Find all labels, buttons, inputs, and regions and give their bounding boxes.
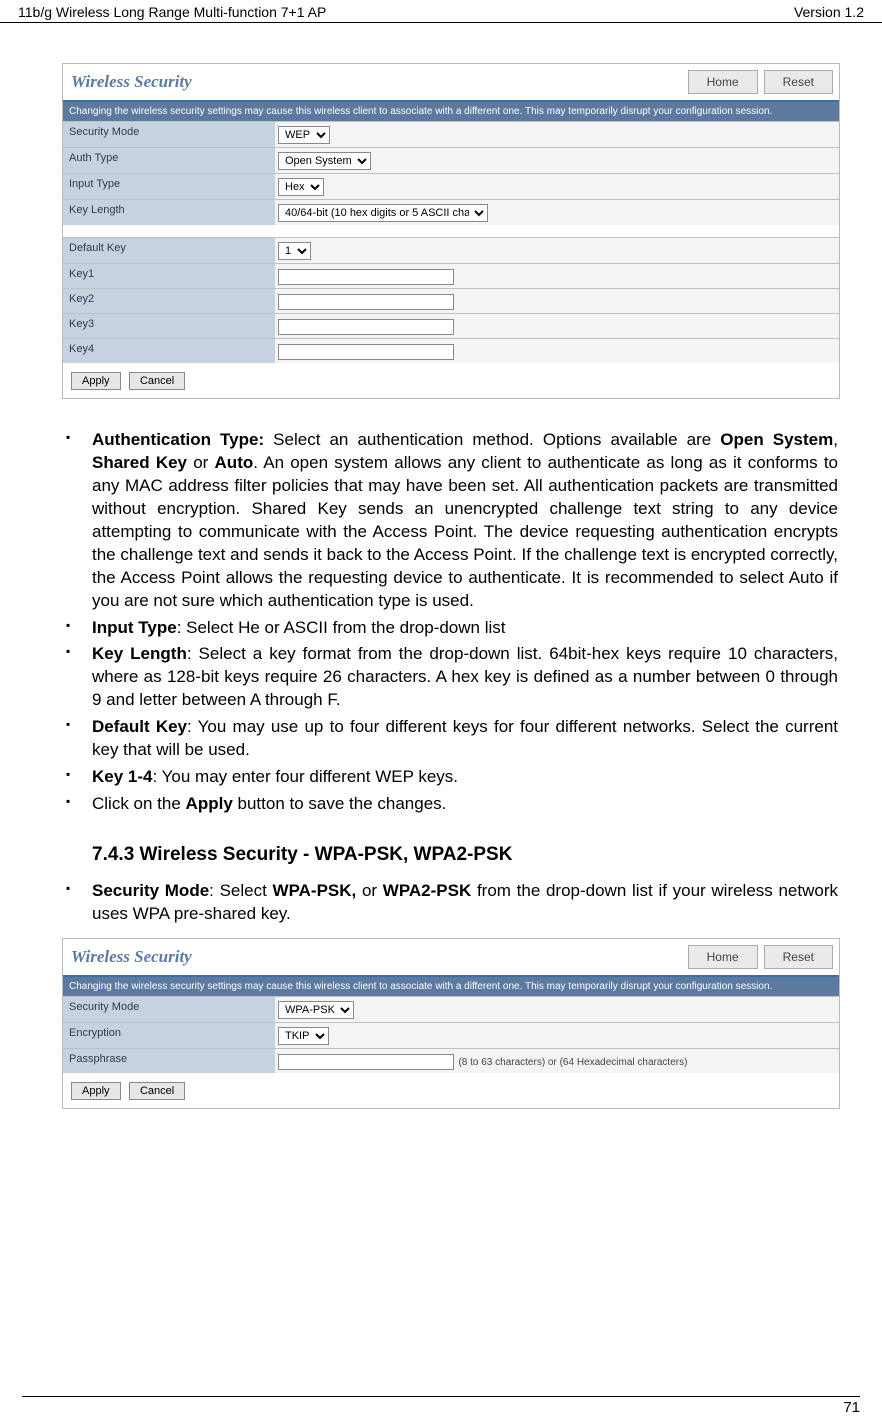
input-type-select[interactable]: Hex xyxy=(278,178,324,196)
passphrase-input[interactable] xyxy=(278,1054,454,1070)
security-mode-select[interactable]: WEP xyxy=(278,126,330,144)
bullet-auth-type: Authentication Type: Select an authentic… xyxy=(44,429,838,613)
bullet-input-type: Input Type: Select He or ASCII from the … xyxy=(44,617,838,640)
key2-label: Key2 xyxy=(63,289,275,313)
security-mode-label: Security Mode xyxy=(63,997,275,1022)
input-type-label: Input Type xyxy=(63,174,275,199)
passphrase-label: Passphrase xyxy=(63,1049,275,1073)
reset-button[interactable]: Reset xyxy=(764,945,833,969)
wireless-security-panel-wep: Wireless Security Home Reset Changing th… xyxy=(62,63,840,399)
section-heading: 7.4.3 Wireless Security - WPA-PSK, WPA2-… xyxy=(92,844,838,866)
key4-input[interactable] xyxy=(278,344,454,360)
auth-type-label: Auth Type xyxy=(63,148,275,173)
encryption-label: Encryption xyxy=(63,1023,275,1048)
key-length-select[interactable]: 40/64-bit (10 hex digits or 5 ASCII char… xyxy=(278,204,488,222)
key2-input[interactable] xyxy=(278,294,454,310)
bullet-default-key: Default Key: You may use up to four diff… xyxy=(44,716,838,762)
cancel-button[interactable]: Cancel xyxy=(129,1082,185,1100)
bullet-apply: Click on the Apply button to save the ch… xyxy=(44,793,838,816)
key1-input[interactable] xyxy=(278,269,454,285)
info-strip: Changing the wireless security settings … xyxy=(63,102,839,121)
apply-button[interactable]: Apply xyxy=(71,1082,121,1100)
key3-input[interactable] xyxy=(278,319,454,335)
key4-label: Key4 xyxy=(63,339,275,363)
default-key-label: Default Key xyxy=(63,238,275,263)
key3-label: Key3 xyxy=(63,314,275,338)
bullet-key-length: Key Length: Select a key format from the… xyxy=(44,643,838,712)
key-length-label: Key Length xyxy=(63,200,275,225)
security-mode-select[interactable]: WPA-PSK xyxy=(278,1001,354,1019)
page-header: 11b/g Wireless Long Range Multi-function… xyxy=(0,0,882,23)
bullet-key-1-4: Key 1-4: You may enter four different WE… xyxy=(44,766,838,789)
panel-title: Wireless Security xyxy=(71,947,682,967)
apply-button[interactable]: Apply xyxy=(71,372,121,390)
reset-button[interactable]: Reset xyxy=(764,70,833,94)
cancel-button[interactable]: Cancel xyxy=(129,372,185,390)
encryption-select[interactable]: TKIP xyxy=(278,1027,329,1045)
passphrase-note: (8 to 63 characters) or (64 Hexadecimal … xyxy=(458,1057,687,1068)
header-right: Version 1.2 xyxy=(794,4,864,20)
info-strip: Changing the wireless security settings … xyxy=(63,977,839,996)
wireless-security-panel-wpa: Wireless Security Home Reset Changing th… xyxy=(62,938,840,1109)
key1-label: Key1 xyxy=(63,264,275,288)
home-button[interactable]: Home xyxy=(688,945,758,969)
default-key-select[interactable]: 1 xyxy=(278,242,311,260)
header-left: 11b/g Wireless Long Range Multi-function… xyxy=(18,4,326,20)
security-mode-label: Security Mode xyxy=(63,122,275,147)
home-button[interactable]: Home xyxy=(688,70,758,94)
panel-title: Wireless Security xyxy=(71,72,682,92)
auth-type-select[interactable]: Open System xyxy=(278,152,371,170)
page-number: 71 xyxy=(22,1396,860,1416)
bullet-security-mode: Security Mode: Select WPA-PSK, or WPA2-P… xyxy=(44,880,838,926)
